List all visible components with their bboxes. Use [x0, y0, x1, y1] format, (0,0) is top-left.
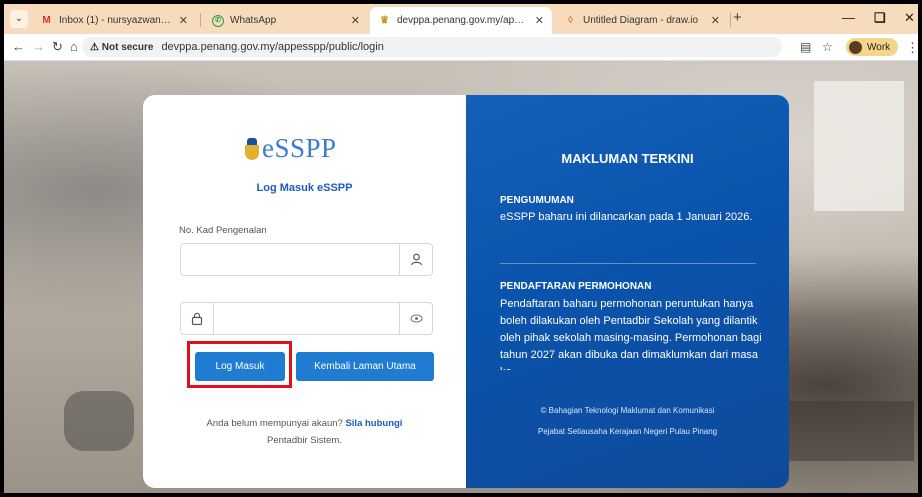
close-icon[interactable]: ✕: [351, 14, 360, 27]
register-note: Anda belum mempunyai akaun? Sila hubungi…: [173, 415, 436, 449]
ic-label: No. Kad Pengenalan: [179, 225, 267, 236]
drawio-icon: ◊: [568, 15, 573, 26]
tab-title: Untitled Diagram - draw.io: [583, 15, 699, 26]
tab-whatsapp[interactable]: ✆ WhatsApp ✕: [204, 7, 368, 34]
browser-toolbar: ← → ↻ ⌂ ⚠ Not secure devppa.penang.gov.m…: [4, 34, 918, 61]
footer-line: Pejabat Setiausaha Kerajaan Negeri Pulau…: [537, 427, 718, 436]
restore-icon[interactable]: ❏: [874, 10, 886, 26]
esspp-logo: eSSPP: [244, 133, 337, 164]
password-field[interactable]: [180, 302, 433, 335]
show-password-eye-icon[interactable]: [399, 303, 432, 334]
lock-icon: [181, 303, 214, 334]
tab-title: devppa.penang.gov.my/appess: [397, 15, 529, 26]
close-icon[interactable]: ✕: [711, 14, 720, 27]
note-tail: Pentadbir Sistem.: [267, 435, 342, 446]
tab-title: WhatsApp: [230, 15, 277, 26]
back-to-home-button[interactable]: Kembali Laman Utama: [296, 352, 434, 381]
new-tab-icon[interactable]: +: [733, 9, 742, 26]
reload-icon[interactable]: ↻: [52, 39, 63, 55]
avatar: [849, 40, 862, 54]
background-photo-desk: [784, 401, 914, 461]
announcement-title: MAKLUMAN TERKINI: [561, 151, 694, 166]
url-text: devppa.penang.gov.my/appesspp/public/log…: [161, 41, 384, 53]
close-icon[interactable]: ✕: [179, 14, 188, 27]
contact-admin-link[interactable]: Sila hubungi: [345, 418, 402, 429]
menu-kebab-icon[interactable]: ⋮: [906, 40, 918, 56]
announcement-heading: PENGUMUMAN: [500, 195, 574, 206]
address-bar[interactable]: ⚠ Not secure devppa.penang.gov.my/appess…: [82, 37, 782, 57]
tab-divider: [200, 13, 201, 27]
tab-search-icon[interactable]: ⌄: [10, 10, 28, 28]
tab-divider: [730, 13, 731, 27]
logo-text: eSSPP: [262, 133, 337, 163]
bookmark-star-icon[interactable]: ☆: [822, 40, 833, 54]
login-card: eSSPP Log Masuk eSSPP No. Kad Pengenalan: [143, 95, 466, 488]
gmail-icon: M: [42, 15, 51, 26]
forward-icon[interactable]: →: [32, 39, 45, 54]
back-icon[interactable]: ←: [12, 39, 25, 54]
whatsapp-icon: ✆: [212, 14, 224, 27]
profile-label: Work: [867, 41, 891, 53]
footer-line: © Bahagian Teknologi Maklumat dan Komuni…: [540, 406, 715, 415]
close-window-icon[interactable]: ✕: [904, 10, 915, 26]
tab-devppa[interactable]: ♛ devppa.penang.gov.my/appess ✕: [370, 7, 552, 34]
minimize-icon[interactable]: —: [842, 10, 855, 25]
tab-title: Inbox (1) - nursyazwaniidris@g: [59, 15, 173, 26]
site-crest-icon: ♛: [380, 15, 389, 26]
penang-crest-icon: [244, 137, 260, 160]
announcement-body: eSSPP baharu ini dilancarkan pada 1 Janu…: [500, 211, 753, 223]
profile-button[interactable]: Work: [846, 38, 899, 56]
login-title: Log Masuk eSSPP: [256, 182, 353, 194]
not-secure-label: Not secure: [101, 41, 154, 53]
background-photo-chair: [64, 391, 134, 451]
close-icon[interactable]: ✕: [535, 14, 544, 27]
tab-strip: ⌄ M Inbox (1) - nursyazwaniidris@g ✕ ✆ W…: [4, 4, 918, 34]
translate-icon[interactable]: ▤: [800, 40, 811, 54]
highlight-box: [187, 341, 292, 388]
announcement-heading: PENDAFTARAN PERMOHONAN: [500, 281, 652, 292]
browser-window: ⌄ M Inbox (1) - nursyazwaniidris@g ✕ ✆ W…: [4, 4, 918, 493]
announcement-scroll-body[interactable]: Pendaftaran baharu permohonan peruntukan…: [500, 296, 762, 370]
divider: [500, 263, 756, 264]
page-background: eSSPP Log Masuk eSSPP No. Kad Pengenalan: [4, 61, 918, 493]
background-photo-window: [814, 81, 904, 211]
note-text: Anda belum mempunyai akaun?: [206, 418, 343, 429]
not-secure-indicator[interactable]: ⚠ Not secure: [90, 42, 153, 53]
tab-gmail[interactable]: M Inbox (1) - nursyazwaniidris@g ✕: [32, 7, 196, 34]
tab-drawio[interactable]: ◊ Untitled Diagram - draw.io ✕: [556, 7, 728, 34]
announcement-panel: MAKLUMAN TERKINI PENGUMUMAN eSSPP baharu…: [466, 95, 789, 488]
ic-number-field[interactable]: [180, 243, 433, 276]
user-icon: [399, 244, 432, 275]
home-icon[interactable]: ⌂: [70, 39, 78, 54]
